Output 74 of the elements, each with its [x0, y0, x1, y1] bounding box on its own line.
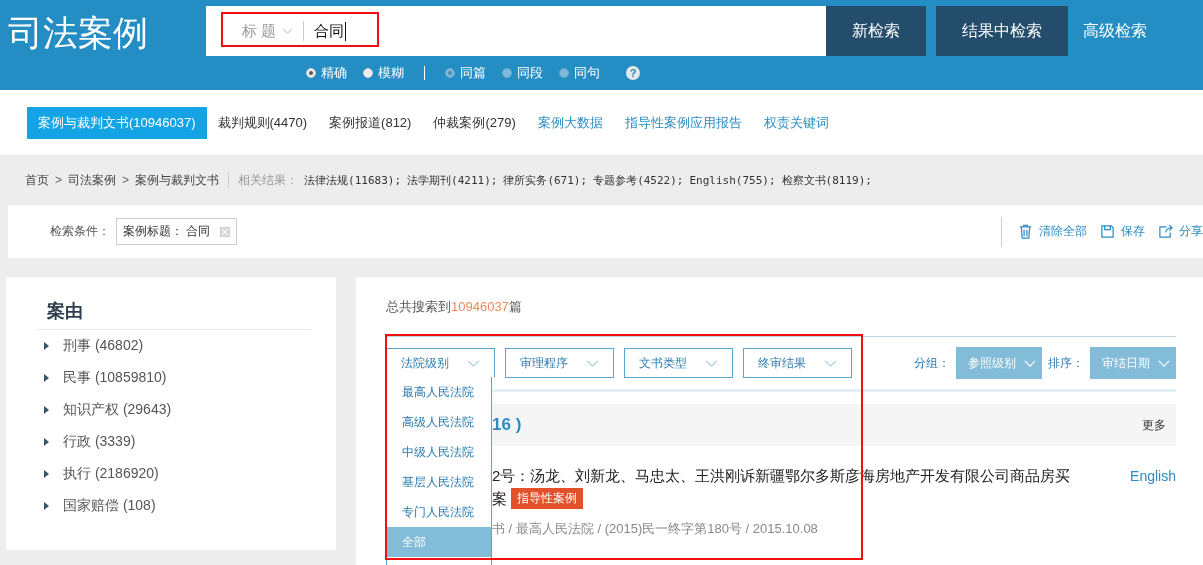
nav-tab[interactable]: 仲裁案例(279) [422, 106, 527, 139]
related-link[interactable]: 律所实务(671); [503, 172, 588, 188]
chevron-down-icon [1158, 359, 1170, 367]
category-link[interactable]: 刑事 (46802) [63, 337, 144, 355]
expand-icon[interactable] [44, 470, 49, 478]
chevron-down-icon [586, 359, 599, 367]
nav-tab[interactable]: 权责关键词 [752, 106, 840, 139]
category-link[interactable]: 执行 (2186920) [63, 465, 159, 483]
radio-button[interactable] [306, 68, 316, 78]
nav-tab[interactable]: 裁判规则(4470) [206, 106, 319, 139]
expand-icon[interactable] [44, 406, 49, 414]
menu-item[interactable]: 高级人民法院 [387, 407, 491, 437]
group-label: 分组： [914, 354, 950, 372]
advanced-search-link[interactable]: 高级检索 [1083, 20, 1147, 42]
expand-icon[interactable] [44, 438, 49, 446]
breadcrumb-link[interactable]: 司法案例 [68, 171, 116, 189]
related-link[interactable]: 检察文书(8119); [781, 172, 872, 188]
criteria-tag[interactable]: 案例标题： 合同 [116, 218, 238, 245]
search-value: 合同 [314, 21, 347, 41]
option-label: 精确 [321, 64, 347, 82]
filter-dropdown[interactable]: 终审结果 [743, 348, 852, 378]
menu-item[interactable]: 基层人民法院 [387, 467, 491, 497]
option-label: 同句 [574, 64, 600, 82]
case-meta: 书 / 最高人民法院 / (2015)民一终字第180号 / 2015.10.08 [492, 520, 819, 538]
action-link[interactable]: 保存 [1121, 223, 1145, 240]
category-link[interactable]: 国家赔偿 (108) [63, 497, 156, 515]
menu-item[interactable]: 专门人民法院 [387, 497, 491, 527]
related-link[interactable]: 法律法规(11683); [304, 172, 401, 188]
chevron-down-icon [467, 359, 480, 367]
sort-label: 排序： [1048, 354, 1084, 372]
category-link[interactable]: 知识产权 (29643) [63, 401, 172, 419]
action-link[interactable]: 清除全部 [1039, 223, 1087, 240]
related-link[interactable]: English(755); [689, 173, 776, 187]
related-label: 相关结果： [238, 171, 299, 189]
expand-icon[interactable] [44, 374, 49, 382]
category-link[interactable]: 民事 (10859810) [63, 369, 167, 387]
save-icon[interactable] [1100, 224, 1115, 239]
filter-dropdown[interactable]: 审理程序 [505, 348, 614, 378]
english-link[interactable]: English [1130, 466, 1176, 486]
breadcrumb-separator: > [122, 173, 130, 187]
breadcrumb-link[interactable]: 首页 [25, 171, 49, 189]
radio-button[interactable] [363, 68, 373, 78]
breadcrumb-link[interactable]: 案例与裁判文书 [135, 171, 220, 189]
search-button[interactable]: 新检索 [826, 6, 926, 56]
nav-tab[interactable]: 指导性案例应用报告 [613, 106, 753, 139]
result-count: 总共搜索到10946037篇 [386, 298, 1176, 337]
menu-item[interactable]: 中级人民法院 [387, 437, 491, 467]
guiding-case-badge: 指导性案例 [511, 488, 583, 509]
breadcrumb-separator: > [55, 173, 62, 187]
chevron-down-icon [824, 359, 837, 367]
case-title[interactable]: 案 [492, 488, 507, 509]
panel-title: 案由 [37, 299, 311, 330]
related-link[interactable]: 法学期刊(4211); [407, 172, 498, 188]
action-link[interactable]: 分享 [1179, 223, 1203, 240]
search-button[interactable]: 结果中检索 [936, 6, 1068, 56]
chevron-down-icon [705, 359, 718, 367]
menu-item[interactable]: 最高人民法院 [387, 377, 491, 407]
option-label: 模糊 [378, 64, 404, 82]
related-link[interactable]: 专题参考(4522); [593, 172, 684, 188]
share-icon[interactable] [1158, 224, 1173, 239]
trash-icon[interactable] [1018, 224, 1033, 239]
nav-tab[interactable]: 案例报道(812) [318, 106, 423, 139]
option-label: 同篇 [460, 64, 486, 82]
chevron-down-icon [1024, 359, 1036, 367]
filter-dropdown[interactable]: 文书类型 [624, 348, 733, 378]
option-label: 同段 [517, 64, 543, 82]
site-logo[interactable]: 司法案例 [0, 10, 206, 57]
group-heading: 16 ) [492, 415, 522, 435]
criteria-label: 检索条件： [50, 223, 110, 240]
expand-icon[interactable] [44, 502, 49, 510]
category-link[interactable]: 行政 (3339) [63, 433, 136, 451]
expand-icon[interactable] [44, 342, 49, 350]
more-link[interactable]: 更多 [1142, 416, 1166, 434]
nav-tab[interactable]: 案例大数据 [526, 106, 614, 139]
